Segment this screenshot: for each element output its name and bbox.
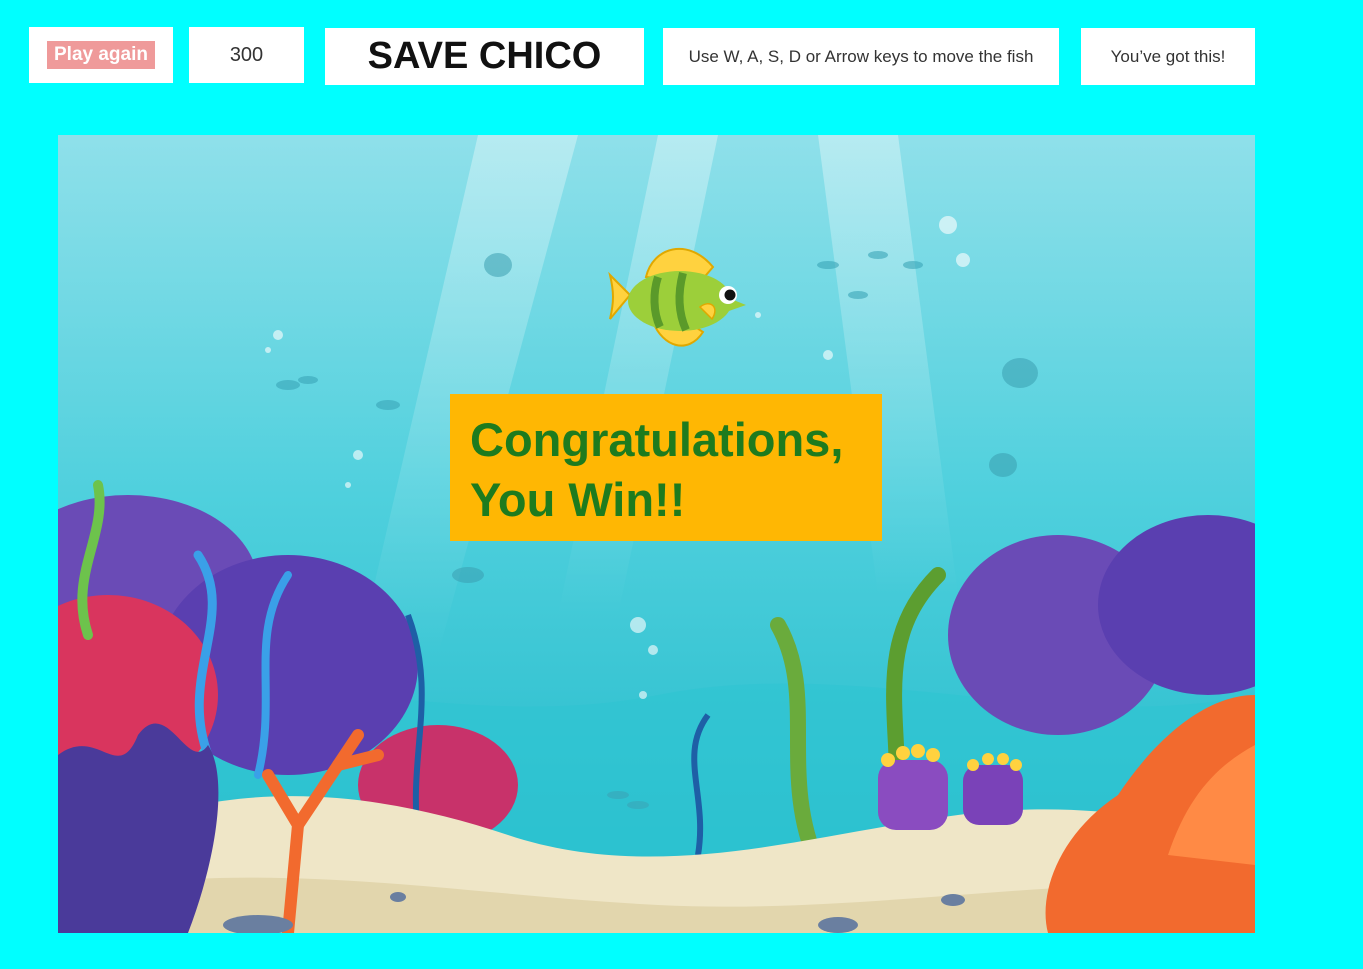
win-message: Congratulations, You Win!! xyxy=(450,394,882,541)
win-message-line2: You Win!! xyxy=(470,473,686,526)
game-canvas[interactable]: Congratulations, You Win!! xyxy=(58,135,1255,933)
play-again-container: Play again xyxy=(29,27,173,83)
instructions-text: Use W, A, S, D or Arrow keys to move the… xyxy=(663,28,1059,85)
fish-icon xyxy=(608,248,746,347)
win-message-line1: Congratulations, xyxy=(470,413,844,466)
encouragement-text: You’ve got this! xyxy=(1081,28,1255,85)
play-again-button[interactable]: Play again xyxy=(47,41,155,69)
score-display: 300 xyxy=(189,27,304,83)
game-title: SAVE CHICO xyxy=(325,28,644,85)
